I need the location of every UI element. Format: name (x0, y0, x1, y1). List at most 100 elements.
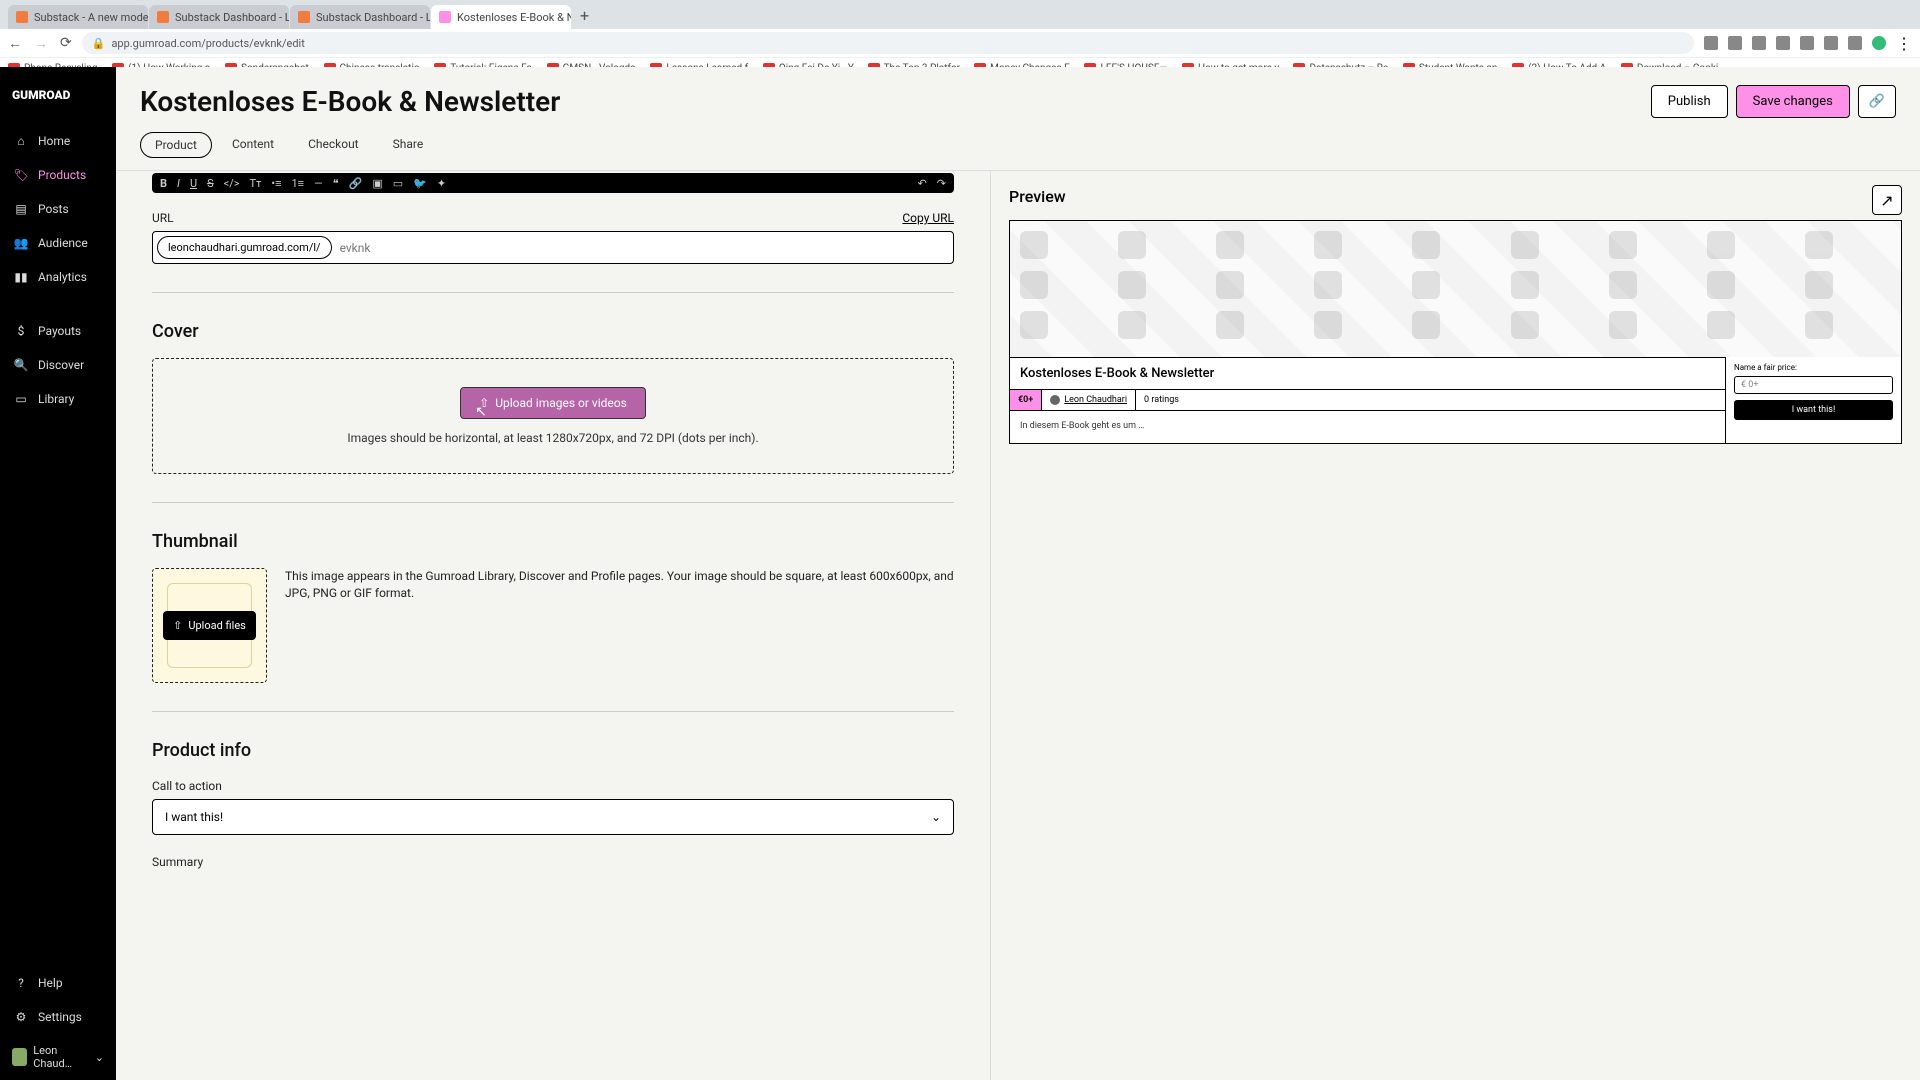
tab-checkout[interactable]: Checkout (294, 132, 373, 158)
cursor-icon: ↖ (475, 404, 487, 420)
code-icon[interactable]: </> (224, 177, 240, 190)
user-menu[interactable]: Leon Chaud…⌄ (0, 1034, 116, 1080)
sidebar-item-payouts[interactable]: $Payouts (0, 314, 116, 348)
sidebar-item-help[interactable]: ?Help (0, 966, 116, 1000)
favicon-icon (16, 11, 28, 23)
favicon-icon (298, 11, 310, 23)
sidebar-item-discover[interactable]: 🔍Discover (0, 348, 116, 382)
extension-icon[interactable] (1800, 36, 1814, 50)
sidebar-item-library[interactable]: ▭Library (0, 382, 116, 416)
sidebar-item-products[interactable]: 🏷Products (0, 158, 116, 192)
url-input[interactable]: 🔒 app.gumroad.com/products/evknk/edit (82, 32, 1694, 54)
cover-dropzone[interactable]: ⇧ Upload images or videos ↖ Images shoul… (152, 358, 954, 474)
tab-content[interactable]: Content (218, 132, 288, 158)
browser-tab-active[interactable]: Kostenloses E-Book & Newsle…× (431, 5, 571, 29)
thumbnail-heading: Thumbnail (152, 531, 954, 552)
image-icon[interactable]: ▣ (372, 177, 382, 190)
editor-column[interactable]: B I U S </> Tт •≡ 1≡ — ❝ 🔗 ▣ ▭ 🐦 ✦ ↶ (116, 171, 990, 1080)
upload-thumbnail-button[interactable]: ⇧ Upload files (163, 611, 256, 640)
url-prefix-pill: leonchaudhari.gumroad.com/l/ (157, 236, 332, 259)
thumbnail-dropzone[interactable]: ⇧ Upload files (152, 568, 267, 683)
extension-icon[interactable] (1848, 36, 1862, 50)
favicon-icon (439, 11, 451, 23)
menu-icon[interactable]: ⋮ (1896, 34, 1912, 53)
browser-tab[interactable]: Substack Dashboard - Leon's…× (149, 5, 289, 29)
reload-icon[interactable]: ⟳ (60, 35, 72, 51)
link-icon[interactable]: 🔗 (349, 177, 363, 190)
extension-icon[interactable] (1728, 36, 1742, 50)
more-icon[interactable]: ✦ (437, 177, 446, 190)
upload-icon: ⇧ (173, 619, 182, 632)
new-tab-button[interactable]: + (572, 2, 597, 29)
strike-icon[interactable]: S (207, 177, 214, 190)
preview-cta-button[interactable]: I want this! (1734, 400, 1893, 420)
sidebar-item-posts[interactable]: ▤Posts (0, 192, 116, 226)
upload-cover-button[interactable]: ⇧ Upload images or videos ↖ (460, 387, 646, 419)
gumroad-logo[interactable]: GUMROAD (0, 77, 116, 124)
twitter-icon[interactable]: 🐦 (413, 177, 427, 190)
thumbnail-help-text: This image appears in the Gumroad Librar… (285, 568, 954, 602)
sidebar-item-settings[interactable]: ⚙Settings (0, 1000, 116, 1034)
italic-icon[interactable]: I (177, 177, 180, 190)
underline-icon[interactable]: U (190, 177, 197, 190)
preview-cover-placeholder (1010, 221, 1901, 357)
save-changes-button[interactable]: Save changes (1736, 85, 1850, 118)
undo-icon[interactable]: ↶ (918, 177, 927, 190)
cover-heading: Cover (152, 321, 954, 342)
bold-icon[interactable]: B (160, 177, 167, 190)
open-preview-button[interactable]: ↗ (1872, 185, 1902, 215)
sidebar-item-home[interactable]: ⌂Home (0, 124, 116, 158)
profile-avatar-icon[interactable] (1872, 36, 1886, 50)
quote-icon[interactable]: ❝ (333, 177, 339, 190)
browser-tab[interactable]: Substack Dashboard - Leon's…× (290, 5, 430, 29)
preview-description: In diesem E-Book geht es um … (1010, 411, 1725, 443)
copy-url-link[interactable]: Copy URL (902, 211, 954, 225)
list-bullet-icon[interactable]: •≡ (271, 177, 281, 190)
back-icon[interactable]: ← (8, 35, 22, 52)
extension-icon[interactable] (1752, 36, 1766, 50)
sidebar: GUMROAD ⌂Home 🏷Products ▤Posts 👥Audience… (0, 67, 116, 1080)
extension-icons: ⋮ (1704, 34, 1912, 53)
url-field-row[interactable]: leonchaudhari.gumroad.com/l/ (152, 231, 954, 264)
avatar-icon (1050, 395, 1060, 405)
button-icon[interactable]: ▭ (393, 177, 403, 190)
chevron-down-icon: ⌄ (95, 1051, 104, 1064)
cta-select[interactable]: I want this! ⌄ (152, 799, 954, 835)
redo-icon[interactable]: ↷ (937, 177, 946, 190)
chevron-down-icon: ⌄ (931, 810, 941, 824)
page-title: Kostenloses E-Book & Newsletter (140, 85, 560, 118)
page-header: Kostenloses E-Book & Newsletter Publish … (116, 67, 1920, 126)
lock-icon: 🔒 (92, 37, 106, 50)
heading-icon[interactable]: Tт (250, 177, 262, 190)
forward-icon[interactable]: → (34, 35, 48, 52)
preview-author[interactable]: Leon Chaudhari (1042, 390, 1136, 410)
extension-icon[interactable] (1824, 36, 1838, 50)
preview-panel: Preview ↗ Kostenloses E-Book & Newslette… (990, 171, 1920, 1080)
extension-icon[interactable] (1776, 36, 1790, 50)
publish-button[interactable]: Publish (1651, 85, 1728, 118)
preview-fair-label: Name a fair price: (1734, 363, 1893, 372)
tab-product[interactable]: Product (140, 132, 212, 158)
url-slug-input[interactable] (340, 241, 949, 255)
extension-icon[interactable] (1704, 36, 1718, 50)
sidebar-item-analytics[interactable]: ▮▮Analytics (0, 260, 116, 294)
preview-mock: Kostenloses E-Book & Newsletter €0+ Leon… (1009, 220, 1902, 444)
list-number-icon[interactable]: 1≡ (292, 177, 305, 190)
cta-label: Call to action (152, 779, 954, 793)
product-tabs: Product Content Checkout Share (116, 126, 1920, 170)
help-icon: ? (14, 976, 28, 990)
cover-hint: Images should be horizontal, at least 12… (173, 431, 933, 445)
tab-share[interactable]: Share (379, 132, 438, 158)
link-button[interactable]: 🔗 (1858, 85, 1896, 118)
browser-chrome: Substack - A new model for p…× Substack … (0, 0, 1920, 67)
preview-price-input[interactable]: € 0+ (1734, 376, 1893, 394)
sidebar-item-audience[interactable]: 👥Audience (0, 226, 116, 260)
tag-icon: 🏷 (14, 168, 28, 182)
divider (152, 292, 954, 293)
browser-tab[interactable]: Substack - A new model for p…× (8, 5, 148, 29)
url-label: URL Copy URL (152, 211, 954, 225)
favicon-icon (157, 11, 169, 23)
svg-text:GUMROAD: GUMROAD (12, 88, 71, 102)
link-icon: 🔗 (1869, 94, 1885, 109)
hr-icon[interactable]: — (314, 177, 323, 190)
